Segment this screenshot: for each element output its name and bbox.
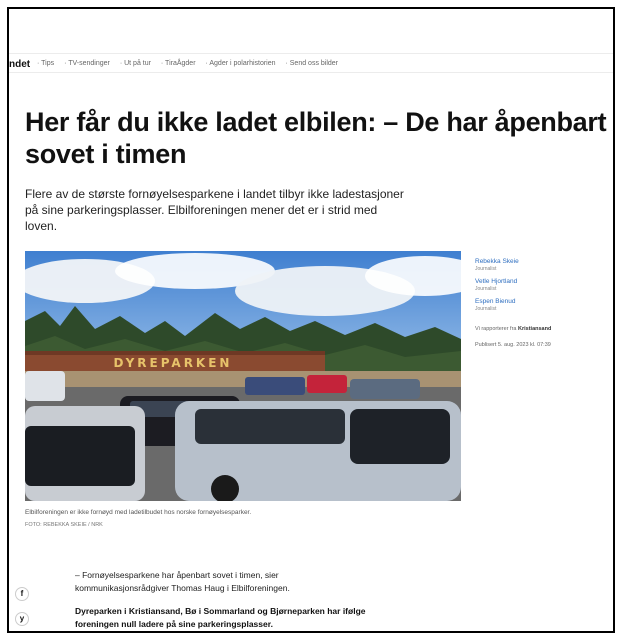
photo-caption: Elbilforeningen er ikke fornøyd med lade… (25, 509, 252, 516)
published-date: Publisert 5. aug. 2023 kl. 07:39 (475, 342, 551, 348)
author-role: Journalist (475, 266, 497, 272)
browser-viewport: ndet · Tips · TV-sendinger · Ut på tur ·… (7, 7, 615, 633)
subnav-item-tiraagder[interactable]: · TiraÅgder (161, 60, 196, 67)
location-name: Kristiansand (518, 326, 552, 332)
article-body: – Fornøyelsesparkene har åpenbart sovet … (75, 569, 370, 631)
subnav-item-polarhistorien[interactable]: · Agder i polarhistorien (205, 60, 275, 67)
subnav-item-send-bilder[interactable]: · Send oss bilder (285, 60, 338, 67)
section-brand[interactable]: ndet (9, 59, 30, 70)
author-name[interactable]: Rebekka Skeie (475, 258, 613, 265)
park-sign: DYREPARKEN (114, 356, 233, 370)
twitter-share-icon[interactable]: y (15, 612, 29, 626)
article-headline: Her får du ikke ladet elbilen: – De har … (25, 107, 607, 169)
article-meta: Rebekka Skeie Journalist Vetle Hjortland… (475, 258, 613, 348)
subnav-item-tips[interactable]: · Tips (37, 60, 54, 67)
body-paragraph: – Fornøyelsesparkene har åpenbart sovet … (75, 570, 290, 593)
parking-lot-photo: DYREPARKEN (25, 251, 461, 501)
location-prefix: Vi rapporterer fra (475, 326, 517, 332)
subnav-item-ut-pa-tur[interactable]: · Ut på tur (120, 60, 151, 67)
subnav-item-tv-sendinger[interactable]: · TV-sendinger (64, 60, 110, 67)
facebook-share-icon[interactable]: f (15, 587, 29, 601)
photo-credit: FOTO: REBEKKA SKEIE / NRK (25, 522, 103, 528)
author-byline: Espen Bienud Journalist (475, 298, 613, 312)
author-name[interactable]: Espen Bienud (475, 298, 613, 305)
article-photo: DYREPARKEN (25, 251, 461, 501)
body-paragraph: Dyreparken i Kristiansand, Bø i Sommarla… (75, 606, 366, 629)
author-name[interactable]: Vetle Hjortland (475, 278, 613, 285)
article-lead: Flere av de største fornøyelsesparkene i… (25, 187, 404, 233)
report-location: Vi rapporterer fra Kristiansand (475, 326, 613, 332)
author-role: Journalist (475, 306, 497, 312)
author-byline: Vetle Hjortland Journalist (475, 278, 613, 292)
subnav-items: · Tips · TV-sendinger · Ut på tur · Tira… (37, 60, 346, 67)
section-subnav: ndet · Tips · TV-sendinger · Ut på tur ·… (9, 53, 613, 73)
author-byline: Rebekka Skeie Journalist (475, 258, 613, 272)
author-role: Journalist (475, 286, 497, 292)
